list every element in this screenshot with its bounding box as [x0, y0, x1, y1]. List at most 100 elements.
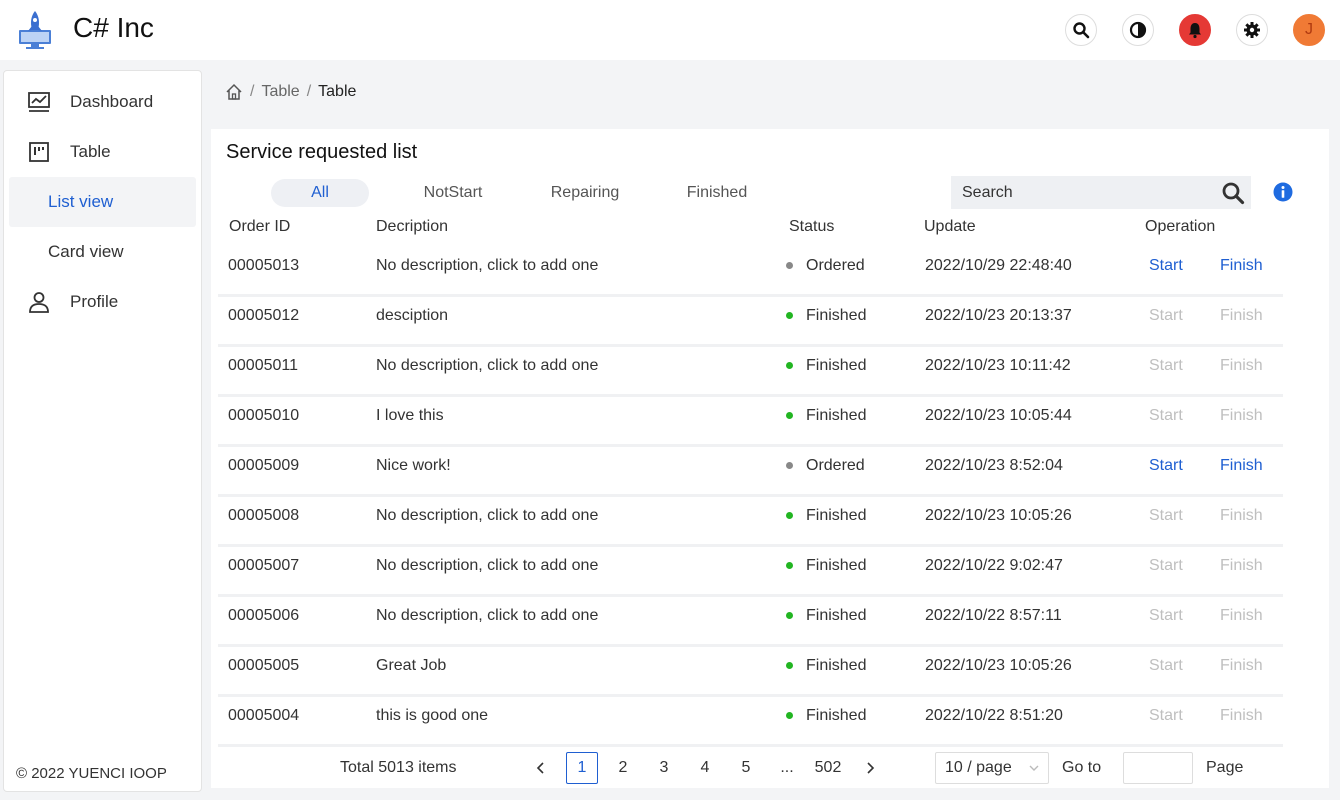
next-page-button[interactable] — [854, 752, 886, 784]
breadcrumb-item[interactable]: Table — [261, 83, 299, 101]
start-button[interactable]: Start — [1149, 707, 1183, 725]
page-button[interactable]: 502 — [812, 752, 844, 784]
description-cell[interactable]: No description, click to add one — [376, 507, 598, 525]
sidebar-item-list-view[interactable]: List view — [9, 177, 196, 227]
prev-page-button[interactable] — [525, 752, 557, 784]
finish-button[interactable]: Finish — [1220, 557, 1263, 575]
total-count: Total 5013 items — [340, 759, 457, 776]
home-icon[interactable] — [225, 83, 243, 101]
breadcrumb-separator: / — [250, 83, 255, 100]
tab-repairing[interactable]: Repairing — [536, 179, 634, 207]
update-cell: 2022/10/23 10:11:42 — [925, 357, 1071, 374]
tab-notstart[interactable]: NotStart — [404, 179, 502, 207]
status-dot — [786, 512, 793, 519]
description-cell[interactable]: desciption — [376, 307, 448, 325]
user-avatar[interactable]: J — [1293, 14, 1325, 46]
sidebar-item-label: Card view — [48, 242, 124, 261]
app-title: C# Inc — [73, 12, 154, 43]
description-cell[interactable]: I love this — [376, 407, 444, 425]
status-dot — [786, 662, 793, 669]
finish-button[interactable]: Finish — [1220, 307, 1263, 325]
status-dot — [786, 712, 793, 719]
page-button[interactable]: 1 — [566, 752, 598, 784]
finish-button[interactable]: Finish — [1220, 607, 1263, 625]
description-cell[interactable]: No description, click to add one — [376, 357, 598, 375]
status-cell: Finished — [806, 607, 867, 624]
start-button[interactable]: Start — [1149, 257, 1183, 275]
table-icon — [29, 142, 49, 162]
update-cell: 2022/10/22 8:51:20 — [925, 707, 1063, 724]
search-icon[interactable] — [1221, 181, 1245, 205]
order-id-cell: 00005009 — [228, 457, 300, 474]
finish-button[interactable]: Finish — [1220, 657, 1263, 675]
notifications-button[interactable] — [1179, 14, 1211, 46]
info-icon[interactable] — [1273, 182, 1293, 202]
column-header-order-id: Order ID — [229, 218, 291, 235]
description-cell[interactable]: Great Job — [376, 657, 446, 675]
start-button[interactable]: Start — [1149, 307, 1183, 325]
chevron-right-icon — [867, 762, 875, 774]
description-cell[interactable]: No description, click to add one — [376, 557, 598, 575]
header-search-button[interactable] — [1065, 14, 1097, 46]
status-dot — [786, 412, 793, 419]
start-button[interactable]: Start — [1149, 507, 1183, 525]
page-button[interactable]: 3 — [648, 752, 680, 784]
status-cell: Finished — [806, 557, 867, 574]
breadcrumb: / Table / Table — [225, 82, 356, 102]
status-cell: Finished — [806, 357, 867, 374]
table-row: 00005005 Great Job Finished 2022/10/23 10:0… — [218, 647, 1283, 697]
description-cell[interactable]: No description, click to add one — [376, 257, 598, 275]
finish-button[interactable]: Finish — [1220, 357, 1263, 375]
table-row: 00005007 No description, click to add one… — [218, 547, 1283, 597]
theme-toggle-button[interactable] — [1122, 14, 1154, 46]
table-row: 00005008 No description, click to add one… — [218, 497, 1283, 547]
start-button[interactable]: Start — [1149, 607, 1183, 625]
search-input[interactable] — [951, 177, 1201, 208]
finish-button[interactable]: Finish — [1220, 407, 1263, 425]
finish-button[interactable]: Finish — [1220, 457, 1263, 475]
page-button[interactable]: 5 — [730, 752, 762, 784]
sidebar-item-table[interactable]: Table — [9, 127, 196, 177]
sidebar-item-profile[interactable]: Profile — [9, 277, 196, 327]
order-id-cell: 00005005 — [228, 657, 300, 674]
sidebar-item-dashboard[interactable]: Dashboard — [9, 77, 196, 127]
logo-icon — [19, 11, 51, 49]
page-button[interactable]: 4 — [689, 752, 721, 784]
finish-button[interactable]: Finish — [1220, 507, 1263, 525]
sidebar-item-label: Table — [70, 142, 111, 161]
update-cell: 2022/10/29 22:48:40 — [925, 257, 1072, 274]
page-button[interactable]: 2 — [607, 752, 639, 784]
main-panel: Service requested list All NotStart Repa… — [211, 129, 1329, 788]
tab-finished[interactable]: Finished — [668, 179, 766, 207]
page-ellipsis[interactable]: ... — [771, 752, 803, 784]
description-cell[interactable]: No description, click to add one — [376, 607, 598, 625]
update-cell: 2022/10/22 8:57:11 — [925, 607, 1062, 624]
breadcrumb-separator: / — [306, 83, 312, 100]
start-button[interactable]: Start — [1149, 457, 1183, 475]
tab-all[interactable]: All — [271, 179, 369, 207]
status-dot — [786, 612, 793, 619]
finish-button[interactable]: Finish — [1220, 707, 1263, 725]
order-id-cell: 00005011 — [228, 357, 298, 374]
status-cell: Finished — [806, 707, 867, 724]
update-cell: 2022/10/23 10:05:26 — [925, 657, 1072, 674]
goto-page-input[interactable] — [1123, 752, 1193, 784]
start-button[interactable]: Start — [1149, 407, 1183, 425]
status-cell: Finished — [806, 507, 867, 524]
contrast-icon — [1129, 21, 1147, 39]
order-id-cell: 00005004 — [228, 707, 300, 724]
sidebar-item-card-view[interactable]: Card view — [9, 227, 196, 277]
table-row: 00005006 No description, click to add one… — [218, 597, 1283, 647]
finish-button[interactable]: Finish — [1220, 257, 1263, 275]
description-cell[interactable]: this is good one — [376, 707, 488, 725]
page-size-select[interactable]: 10 / page — [935, 752, 1049, 784]
copyright: © 2022 YUENCI IOOP — [16, 765, 167, 782]
goto-label: Go to — [1062, 759, 1102, 776]
description-cell[interactable]: Nice work! — [376, 457, 451, 475]
sidebar-item-label: Profile — [70, 292, 119, 311]
start-button[interactable]: Start — [1149, 657, 1183, 675]
settings-button[interactable] — [1236, 14, 1268, 46]
start-button[interactable]: Start — [1149, 357, 1183, 375]
start-button[interactable]: Start — [1149, 557, 1183, 575]
table-row: 00005011 No description, click to add one… — [218, 347, 1283, 397]
